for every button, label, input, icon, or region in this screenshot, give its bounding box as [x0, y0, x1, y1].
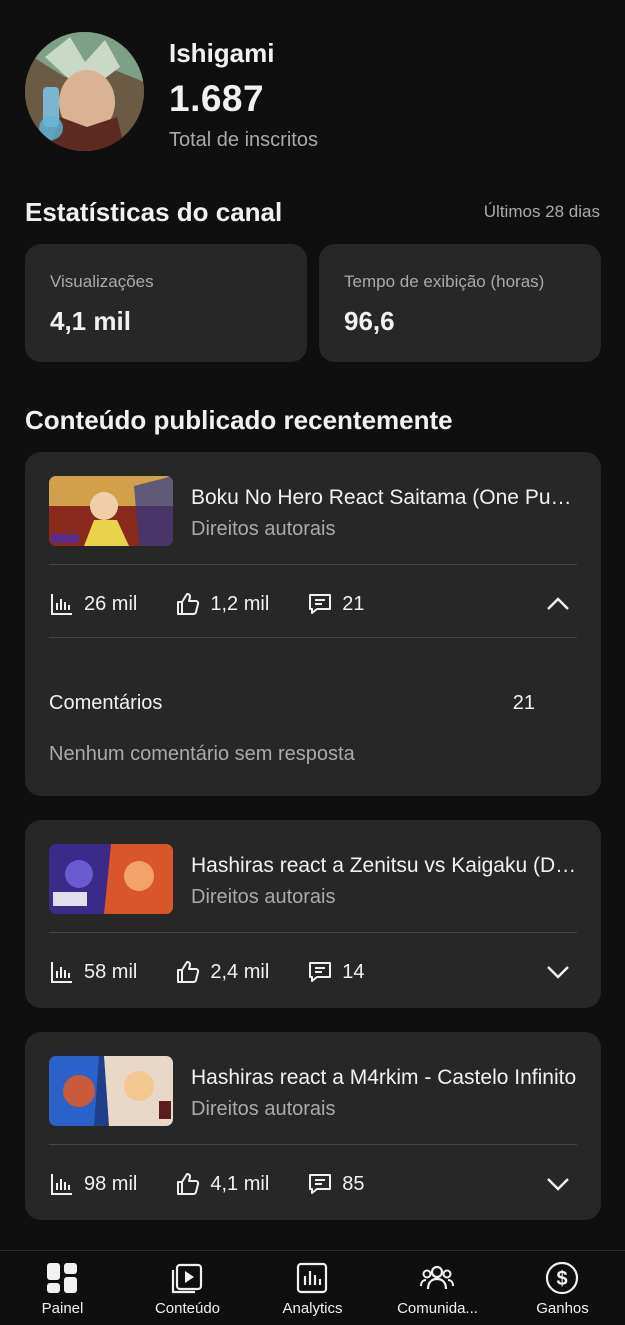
- watch-time-card[interactable]: Tempo de exibição (horas) 96,6: [319, 244, 601, 362]
- views-card[interactable]: Visualizações 4,1 mil: [25, 244, 307, 362]
- svg-text:$: $: [556, 1268, 567, 1290]
- nav-label: Analytics: [282, 1300, 343, 1317]
- video-card[interactable]: Boku No Hero React Saitama (One Punch Ma…: [25, 452, 601, 796]
- views-metric: 58 mil: [49, 959, 137, 985]
- analytics-bars-icon: [51, 962, 72, 983]
- likes-count: 4,1 mil: [210, 1172, 270, 1195]
- views-metric: 26 mil: [49, 591, 137, 617]
- watch-time-label: Tempo de exibição (horas): [344, 272, 545, 291]
- video-status: Direitos autorais: [191, 518, 336, 540]
- earnings-icon: $: [545, 1261, 579, 1295]
- nav-label: Conteúdo: [154, 1300, 221, 1317]
- subscriber-count: 1.687: [169, 78, 265, 119]
- comment-icon: [309, 962, 332, 982]
- comments-count: 14: [342, 960, 365, 983]
- stats-title: Estatísticas do canal: [25, 197, 283, 227]
- video-metrics: 98 mil 4,1 mil 85: [49, 1164, 577, 1204]
- comments-metric: 21: [307, 591, 365, 617]
- video-thumbnail[interactable]: [49, 476, 173, 546]
- nav-item-comunidade[interactable]: Comunida...: [375, 1251, 500, 1325]
- comments-count: 21: [342, 592, 365, 615]
- comments-metric: 14: [307, 959, 365, 985]
- video-title[interactable]: Hashiras react a M4rkim - Castelo Infini…: [191, 1066, 577, 1090]
- chevron-down-icon[interactable]: [545, 959, 571, 985]
- likes-count: 1,2 mil: [210, 592, 270, 615]
- divider: [49, 932, 577, 933]
- video-status: Direitos autorais: [191, 886, 336, 908]
- analytics-bars-icon: [51, 1174, 72, 1195]
- thumbs-up-icon: [177, 1173, 200, 1195]
- likes-metric: 2,4 mil: [175, 959, 269, 985]
- nav-item-ganhos[interactable]: $ Ganhos: [500, 1251, 625, 1325]
- comment-icon: [309, 1174, 332, 1194]
- analytics-bars-icon: [51, 594, 72, 615]
- likes-count: 2,4 mil: [210, 960, 270, 983]
- channel-header: Ishigami 1.687 Total de inscritos: [25, 32, 600, 152]
- video-status: Direitos autorais: [191, 1098, 336, 1120]
- bottom-nav: Painel Conteúdo Analytics Comunida... $: [0, 1250, 625, 1325]
- thumbs-up-icon: [177, 961, 200, 983]
- video-thumbnail[interactable]: [49, 844, 173, 914]
- community-icon: [420, 1265, 454, 1290]
- comments-empty-text: Nenhum comentário sem resposta: [49, 743, 355, 765]
- video-metrics: 26 mil 1,2 mil 21: [49, 584, 577, 624]
- views-count: 98 mil: [84, 1172, 138, 1195]
- divider: [49, 564, 577, 565]
- channel-avatar[interactable]: [25, 32, 144, 151]
- views-label: Visualizações: [50, 272, 154, 291]
- nav-item-conteudo[interactable]: Conteúdo: [125, 1251, 250, 1325]
- thumbnail-image: [49, 476, 173, 546]
- nav-label: Comunida...: [397, 1300, 478, 1317]
- nav-item-analytics[interactable]: Analytics: [250, 1251, 375, 1325]
- comments-count: 85: [342, 1172, 365, 1195]
- chevron-up-icon[interactable]: [545, 591, 571, 617]
- nav-item-painel[interactable]: Painel: [0, 1251, 125, 1325]
- recent-title: Conteúdo publicado recentemente: [25, 405, 453, 435]
- comments-summary-row[interactable]: Comentários 21: [49, 692, 535, 715]
- divider: [49, 1144, 577, 1145]
- likes-metric: 1,2 mil: [175, 591, 269, 617]
- video-card[interactable]: Hashiras react a Zenitsu vs Kaigaku (Dem…: [25, 820, 601, 1008]
- likes-metric: 4,1 mil: [175, 1171, 269, 1197]
- video-metrics: 58 mil 2,4 mil 14: [49, 952, 577, 992]
- subscriber-label: Total de inscritos: [169, 129, 318, 151]
- video-thumbnail[interactable]: [49, 1056, 173, 1126]
- views-count: 26 mil: [84, 592, 138, 615]
- nav-label: Ganhos: [536, 1300, 589, 1317]
- chevron-down-icon[interactable]: [545, 1171, 571, 1197]
- comments-total: 21: [512, 692, 535, 714]
- avatar-image: [25, 32, 144, 151]
- divider: [49, 637, 577, 638]
- thumbs-up-icon: [177, 593, 200, 615]
- thumbnail-image: [49, 844, 173, 914]
- content-icon: [171, 1263, 203, 1294]
- dashboard-icon: [47, 1263, 77, 1293]
- views-metric: 98 mil: [49, 1171, 137, 1197]
- stats-period[interactable]: Últimos 28 dias: [484, 202, 600, 222]
- comments-metric: 85: [307, 1171, 365, 1197]
- thumbnail-image: [49, 1056, 173, 1126]
- video-title[interactable]: Hashiras react a Zenitsu vs Kaigaku (Dem…: [191, 854, 577, 878]
- video-card[interactable]: Hashiras react a M4rkim - Castelo Infini…: [25, 1032, 601, 1220]
- video-title[interactable]: Boku No Hero React Saitama (One Punch Ma…: [191, 486, 577, 510]
- comments-label: Comentários: [49, 692, 163, 714]
- nav-label: Painel: [41, 1300, 84, 1317]
- views-value: 4,1 mil: [50, 306, 131, 336]
- watch-time-value: 96,6: [344, 306, 395, 336]
- channel-name: Ishigami: [169, 38, 275, 68]
- analytics-icon: [296, 1262, 328, 1294]
- views-count: 58 mil: [84, 960, 138, 983]
- comment-icon: [309, 594, 332, 614]
